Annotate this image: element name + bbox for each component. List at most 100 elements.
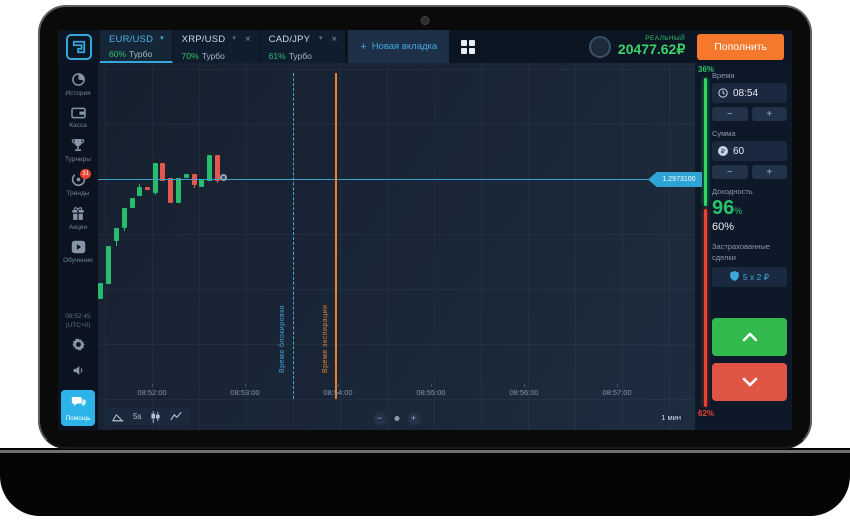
close-icon[interactable]: × <box>245 34 251 45</box>
sentiment-down-value: 62% <box>698 409 714 418</box>
candle <box>184 174 189 178</box>
candle-wick <box>116 241 117 246</box>
candle <box>168 178 173 203</box>
tab-mode-label: Турбо <box>289 51 312 61</box>
zoom-controls: − + <box>373 412 420 425</box>
sidebar-item-trophy[interactable]: Турниры <box>58 134 98 168</box>
amount-stepper: − + <box>712 165 787 179</box>
server-clock: 08:52:45 (UTC+0) <box>65 312 90 332</box>
axis-tick <box>152 384 153 387</box>
amount-label: Сумма <box>712 129 787 138</box>
sound-button[interactable] <box>72 364 85 382</box>
sidebar-item-label: История <box>65 90 90 97</box>
axis-time-label: 08:55:00 <box>416 388 445 397</box>
tab-payout-percent: 60% <box>109 49 126 59</box>
chevron-down-icon[interactable]: ▾ <box>232 34 236 61</box>
brand-logo[interactable] <box>58 30 100 63</box>
wallet-icon <box>71 106 86 119</box>
monitor-stand-seam <box>0 450 850 453</box>
trade-up-button[interactable] <box>712 318 787 356</box>
webcam-icon <box>421 16 430 25</box>
body: История Касса Турниры Тренды31 Акции Обу… <box>58 63 792 430</box>
sidebar-item-education[interactable]: Обучение <box>58 236 98 269</box>
balance-value: 20477.62₽ <box>618 42 685 57</box>
chevron-down-icon[interactable]: ▾ <box>319 34 323 61</box>
expiry-time-line <box>335 73 337 399</box>
chart-type-line-button[interactable] <box>170 411 182 422</box>
tab-pair-label: XRP/USD <box>182 34 226 45</box>
profit-label: Доходность <box>712 187 787 196</box>
timeframe-button[interactable]: 5s <box>133 412 141 421</box>
tab-payout-percent: 70% <box>182 51 199 61</box>
sidebar-item-wallet[interactable]: Касса <box>58 102 98 134</box>
axis-time-label: 08:53:00 <box>230 388 259 397</box>
current-price-line <box>98 179 655 180</box>
axis-tick <box>338 384 339 387</box>
interval-badge[interactable]: 1 мин <box>654 410 688 425</box>
tab-pair-label: EUR/USD <box>109 34 153 45</box>
tab-pair-label: CAD/JPY <box>269 34 312 45</box>
expiry-time-input[interactable]: 08:54 <box>712 83 787 103</box>
sidebar-item-trends[interactable]: Тренды31 <box>58 168 98 202</box>
new-tab-button[interactable]: + Новая вкладка <box>348 30 449 63</box>
amount-plus-button[interactable]: + <box>752 165 788 179</box>
tab-mode-label: Турбо <box>202 51 225 61</box>
amount-minus-button[interactable]: − <box>712 165 748 179</box>
chevron-up-icon <box>742 330 758 345</box>
avatar <box>589 36 611 58</box>
monitor-frame: EUR/USD 60%Турбо ▾ XRP/USD 70%Турбо ▾× C… <box>38 5 812 449</box>
axis-time-label: 08:57:00 <box>602 388 631 397</box>
history-icon <box>71 72 86 87</box>
chart-area[interactable]: 1.2973100 Время блокировки Время экспира… <box>98 63 695 430</box>
account-switcher[interactable]: РЕАЛЬНЫЙ 20477.62₽ <box>589 30 695 63</box>
chevron-down-icon[interactable]: ▾ <box>160 34 164 59</box>
time-axis: 08:52:0008:53:0008:54:0008:55:0008:56:00… <box>98 388 695 402</box>
insured-label: Застрахованные сделки <box>712 242 780 263</box>
axis-tick <box>431 384 432 387</box>
help-button[interactable]: Помощь <box>61 390 95 426</box>
candle <box>176 178 181 203</box>
tab-xrpusd[interactable]: XRP/USD 70%Турбо ▾ × <box>173 30 260 63</box>
zoom-in-button[interactable]: + <box>407 412 420 425</box>
svg-text:₽: ₽ <box>721 148 726 156</box>
time-minus-button[interactable]: − <box>712 107 748 121</box>
sidebar-item-gift[interactable]: Акции <box>58 202 98 236</box>
trophy-icon <box>71 138 85 153</box>
deposit-button[interactable]: Пополнить <box>697 34 784 60</box>
tab-eurusd[interactable]: EUR/USD 60%Турбо ▾ <box>100 30 173 63</box>
zoom-reset-dot-icon[interactable] <box>394 416 399 421</box>
tab-grid-button[interactable] <box>449 30 487 63</box>
chart-type-candles-button[interactable] <box>150 411 161 423</box>
app-screen: EUR/USD 60%Турбо ▾ XRP/USD 70%Турбо ▾× C… <box>58 30 792 430</box>
clock-zone: (UTC+0) <box>65 321 90 331</box>
time-plus-button[interactable]: + <box>752 107 788 121</box>
tab-cadjpy[interactable]: CAD/JPY 61%Турбо ▾× <box>260 30 347 63</box>
trade-panel: 36% 62% Время 08:54 − <box>695 63 792 430</box>
settings-button[interactable] <box>72 338 85 356</box>
sentiment-down-bar <box>704 209 707 407</box>
chart-type-area-button[interactable] <box>112 411 124 422</box>
help-label: Помощь <box>65 415 90 422</box>
candle <box>137 187 142 196</box>
zoom-out-button[interactable]: − <box>373 412 386 425</box>
candle-wick <box>155 193 156 195</box>
new-tab-label: Новая вкладка <box>372 41 437 52</box>
axis-tick <box>245 384 246 387</box>
sidebar-item-history[interactable]: История <box>58 68 98 102</box>
trade-down-button[interactable] <box>712 363 787 401</box>
trade-controls: Время 08:54 − + Сумма <box>712 69 787 401</box>
sidebar-item-label: Касса <box>69 122 87 129</box>
axis-time-label: 08:52:00 <box>137 388 166 397</box>
sidebar-item-label: Обучение <box>63 257 93 264</box>
amount-input[interactable]: ₽ 60 <box>712 141 787 161</box>
insured-deals-button[interactable]: 5 x 2 ₽ <box>712 267 787 287</box>
candle <box>130 198 135 208</box>
price-flag: 1.2973100 <box>648 172 702 187</box>
expiry-time-value: 08:54 <box>733 88 758 99</box>
shield-icon <box>730 271 739 283</box>
grid-icon <box>461 40 475 54</box>
close-icon[interactable]: × <box>331 34 337 45</box>
axis-time-label: 08:56:00 <box>509 388 538 397</box>
speaker-icon <box>72 364 85 381</box>
topbar: EUR/USD 60%Турбо ▾ XRP/USD 70%Турбо ▾× C… <box>58 30 792 63</box>
